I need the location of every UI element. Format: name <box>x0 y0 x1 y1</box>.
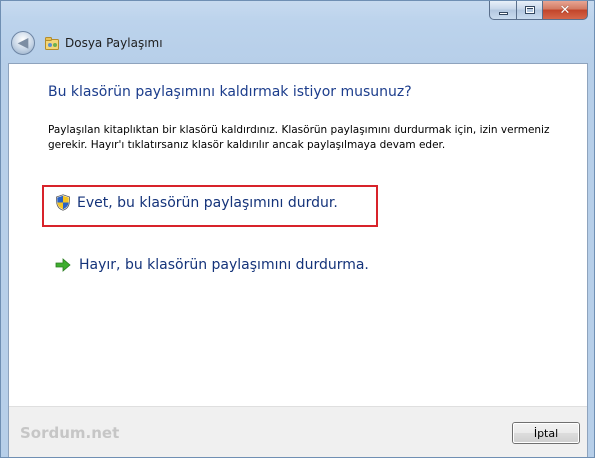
navigation-bar: ◀ Dosya Paylaşımı <box>1 27 594 63</box>
uac-shield-icon <box>55 194 71 211</box>
maximize-button[interactable] <box>516 1 542 20</box>
close-button[interactable]: ✕ <box>542 1 588 20</box>
caption-buttons: ✕ <box>489 1 588 20</box>
footer-bar: Sordum.net İptal <box>9 406 587 457</box>
maximize-icon <box>524 6 535 14</box>
back-arrow-icon: ◀ <box>17 34 29 51</box>
watermark-brand: Sordum.net <box>20 424 120 442</box>
close-icon: ✕ <box>559 2 571 18</box>
window-title: Dosya Paylaşımı <box>65 36 163 50</box>
option-keep-sharing-label: Hayır, bu klasörün paylaşımını durdurma. <box>79 257 369 273</box>
cancel-button-label: İptal <box>533 426 559 440</box>
minimize-button[interactable] <box>489 1 516 20</box>
dialog-content: Bu klasörün paylaşımını kaldırmak istiyo… <box>8 63 588 457</box>
description-text: Paylaşılan kitaplıktan bir klasörü kaldı… <box>48 124 550 151</box>
back-button[interactable]: ◀ <box>11 31 35 55</box>
title-bar: ✕ <box>1 1 594 27</box>
dialog-window: ✕ ◀ Dosya Paylaşımı Bu klasörün paylaşım… <box>0 0 595 458</box>
minimize-icon <box>498 11 508 15</box>
green-arrow-icon <box>55 258 71 272</box>
option-stop-sharing-label: Evet, bu klasörün paylaşımını durdur. <box>77 194 338 211</box>
cancel-button[interactable]: İptal <box>512 422 580 444</box>
option-stop-sharing[interactable]: Evet, bu klasörün paylaşımını durdur. <box>55 194 338 211</box>
main-instruction: Bu klasörün paylaşımını kaldırmak istiyo… <box>48 84 412 100</box>
option-keep-sharing[interactable]: Hayır, bu klasörün paylaşımını durdurma. <box>55 257 369 273</box>
sharing-icon <box>45 37 59 50</box>
